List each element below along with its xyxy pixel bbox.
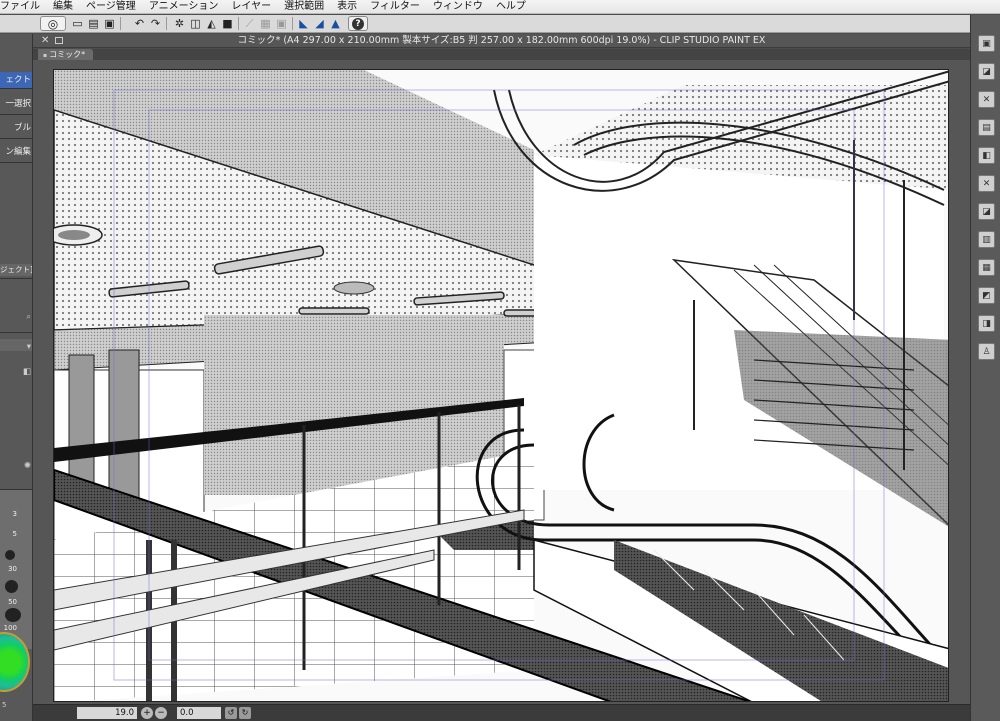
clip-studio-logo-icon[interactable]: ◎ [40, 16, 66, 31]
dropdown-icon[interactable]: ▾ [0, 339, 32, 351]
rotate-left-icon[interactable]: ↺ [225, 707, 237, 719]
navigator-icon[interactable]: ▣ [978, 35, 995, 52]
figure-icon[interactable]: ♙ [978, 343, 995, 360]
menu-page[interactable]: ページ管理 [80, 0, 143, 14]
layer-icon[interactable]: ▤ [978, 119, 995, 136]
brush-size-30[interactable]: 30 [8, 565, 17, 573]
animation-icon[interactable]: ▥ [978, 231, 995, 248]
search-icon[interactable]: ▦ [978, 259, 995, 276]
rotation-field[interactable]: 0.0 [177, 707, 221, 719]
maximize-icon[interactable] [55, 37, 63, 44]
new-file-icon[interactable]: ▭ [70, 16, 85, 31]
undo-icon[interactable]: ↶ [132, 16, 147, 31]
layer-target-label: ジェクト] [0, 264, 33, 276]
menu-view[interactable]: 表示 [331, 0, 364, 14]
brush-size-dot [5, 608, 21, 622]
timeline-icon[interactable]: ◨ [978, 315, 995, 332]
ruler-icon[interactable]: ◣ [296, 16, 311, 31]
brush-size-list: 3 5 30 50 100 [0, 489, 32, 649]
menu-window[interactable]: ウィンドウ [427, 0, 490, 14]
brush-size-dot [5, 550, 15, 560]
tab-comic[interactable]: コミック* [38, 49, 94, 60]
help-icon[interactable]: ? [348, 16, 368, 31]
layer-property-icon[interactable]: ✕ [978, 91, 995, 108]
snap-icon[interactable]: ◢ [312, 16, 327, 31]
clear-icon[interactable]: ⟋ [242, 16, 257, 31]
save-icon[interactable]: ▣ [102, 16, 117, 31]
tab-strip: コミック* [33, 49, 970, 60]
subtool-item-2[interactable]: ブル [0, 120, 32, 136]
document-title: コミック* (A4 297.00 x 210.00mm 製本サイズ:B5 判 2… [237, 35, 766, 46]
snap-grid-icon[interactable]: ▲ [328, 16, 343, 31]
fit-icon[interactable]: ▣ [274, 16, 289, 31]
redo-icon[interactable]: ↷ [148, 16, 163, 31]
zoom-in-icon[interactable]: + [141, 707, 153, 719]
zoom-field[interactable]: 19.0 [77, 707, 137, 719]
menu-selection[interactable]: 選択範囲 [278, 0, 331, 14]
open-file-icon[interactable]: ▤ [86, 16, 101, 31]
tool-property-panel: ェクト 一選択 ブル ン編集 ジェクト] ⌕ ▾ ◧ ✺ 3 5 30 50 1… [0, 34, 33, 721]
info-icon[interactable]: ◩ [978, 287, 995, 304]
menu-animation[interactable]: アニメーション [143, 0, 226, 14]
zoom-out-icon[interactable]: − [155, 707, 167, 719]
status-bar: 19.0 + − 0.0 ↺ ↻ [33, 704, 970, 721]
menu-help[interactable]: ヘルプ [490, 0, 533, 14]
subtool-item-0[interactable]: ェクト [0, 72, 32, 88]
brush-size-5[interactable]: 5 [13, 530, 17, 538]
menu-edit[interactable]: 編集 [47, 0, 80, 14]
manga-illustration [54, 70, 948, 701]
settings-icon[interactable]: ◧ [0, 364, 32, 380]
brush-size-50[interactable]: 50 [8, 598, 17, 606]
fill-icon[interactable]: ◭ [204, 16, 219, 31]
menu-file[interactable]: ファイル [0, 0, 47, 14]
close-icon[interactable]: ✕ [41, 34, 49, 48]
menu-filter[interactable]: フィルター [364, 0, 427, 14]
subview-icon[interactable]: ✕ [978, 175, 995, 192]
brush-size-3[interactable]: 3 [13, 510, 17, 518]
document-titlebar: ✕ コミック* (A4 297.00 x 210.00mm 製本サイズ:B5 判… [33, 34, 970, 48]
subtool-item-3[interactable]: ン編集 [0, 144, 32, 160]
crop-icon[interactable]: ▦ [258, 16, 273, 31]
bottom-number: 5 [2, 701, 7, 709]
app-window: ファイル 編集 ページ管理 アニメーション レイヤー 選択範囲 表示 フィルター… [0, 0, 1000, 721]
subtool-item-1[interactable]: 一選択 [0, 96, 32, 112]
canvas-area[interactable] [33, 60, 970, 704]
erase-icon[interactable]: ◫ [188, 16, 203, 31]
color-icon[interactable]: ◧ [978, 147, 995, 164]
right-dock: ▣ ◪ ✕ ▤ ◧ ✕ ◪ ▥ ▦ ◩ ◨ ♙ [970, 15, 1000, 721]
rotate-right-icon[interactable]: ↻ [239, 707, 251, 719]
history-icon[interactable]: ◪ [978, 203, 995, 220]
search-icon[interactable]: ⌕ [0, 309, 32, 325]
gear-icon[interactable]: ✺ [0, 458, 32, 474]
material-icon[interactable]: ◪ [978, 63, 995, 80]
menu-layer[interactable]: レイヤー [225, 0, 278, 14]
canvas-page[interactable] [53, 69, 949, 702]
color-picker-icon[interactable]: ■ [220, 16, 235, 31]
brush-size-100[interactable]: 100 [4, 624, 17, 632]
menu-bar: ファイル 編集 ページ管理 アニメーション レイヤー 選択範囲 表示 フィルター… [0, 0, 1000, 14]
command-bar: ◎ ▭ ▤ ▣ ↶ ↷ ✲ ◫ ◭ ■ ⟋ ▦ ▣ ◣ ◢ ▲ ? [0, 15, 1000, 33]
brush-size-dot [5, 580, 18, 593]
transform-icon[interactable]: ✲ [172, 16, 187, 31]
